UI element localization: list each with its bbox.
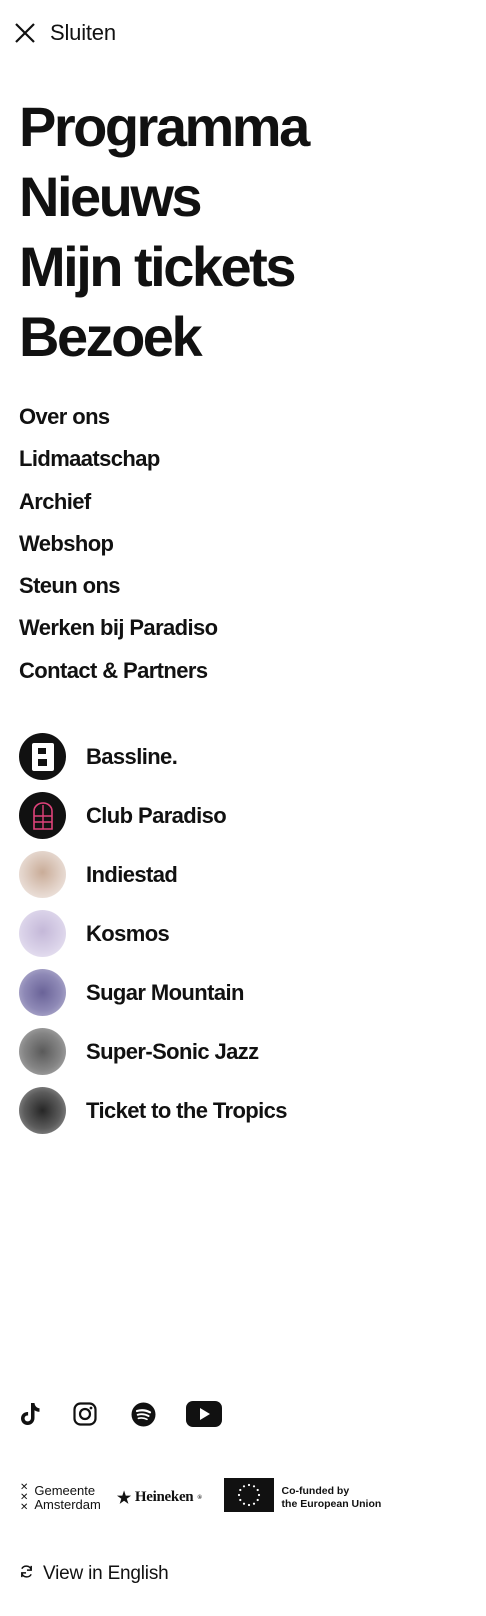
nav-bezoek[interactable]: Bezoek bbox=[19, 302, 308, 372]
spotify-icon[interactable] bbox=[130, 1400, 156, 1428]
refresh-icon bbox=[19, 1564, 34, 1584]
kosmos-gradient-icon bbox=[19, 910, 66, 957]
nav-nieuws[interactable]: Nieuws bbox=[19, 162, 308, 232]
brand-label: Indiestad bbox=[86, 861, 178, 887]
nav-programma[interactable]: Programma bbox=[19, 92, 310, 162]
sponsor-logos: ✕ ✕ ✕ Gemeente Amsterdam ★ Heineken ® Co-fu… bbox=[20, 1478, 381, 1517]
heineken-logo: ★ Heineken ® bbox=[117, 1488, 202, 1508]
eu-flag-icon bbox=[223, 1478, 274, 1517]
brand-indiestad[interactable]: Indiestad bbox=[19, 845, 287, 904]
super-sonic-jazz-gradient-icon bbox=[19, 1028, 66, 1075]
gemeente-amsterdam-logo: ✕ ✕ ✕ Gemeente Amsterdam bbox=[20, 1481, 101, 1513]
brand-list: Bassline. Club Paradiso Indiestad Kosmos… bbox=[19, 727, 288, 1140]
indiestad-gradient-icon bbox=[19, 851, 66, 898]
club-paradiso-logo-icon bbox=[19, 792, 66, 839]
eu-cofunded-logo: Co-funded by the European Union bbox=[223, 1478, 382, 1517]
nav-lidmaatschap[interactable]: Lidmaatschap bbox=[19, 438, 218, 480]
star-icon: ★ bbox=[116, 1489, 131, 1507]
nav-mijn-tickets[interactable]: Mijn tickets bbox=[19, 232, 308, 302]
brand-label: Club Paradiso bbox=[86, 802, 227, 828]
brand-label: Sugar Mountain bbox=[86, 979, 244, 1005]
brand-sugar-mountain[interactable]: Sugar Mountain bbox=[19, 963, 287, 1022]
instagram-icon[interactable] bbox=[72, 1400, 98, 1428]
youtube-icon[interactable] bbox=[186, 1400, 222, 1428]
tiktok-icon[interactable] bbox=[18, 1400, 42, 1428]
brand-label: Super-Sonic Jazz bbox=[86, 1038, 259, 1064]
close-button[interactable]: Sluiten bbox=[14, 20, 116, 46]
secondary-nav: Over ons Lidmaatschap Archief Webshop St… bbox=[19, 396, 218, 692]
amsterdam-line2: Amsterdam bbox=[34, 1496, 101, 1512]
brand-label: Kosmos bbox=[86, 920, 170, 946]
nav-webshop[interactable]: Webshop bbox=[19, 523, 218, 565]
nav-archief[interactable]: Archief bbox=[19, 481, 218, 523]
heineken-label: Heineken bbox=[134, 1489, 194, 1505]
amsterdam-crosses-icon: ✕ ✕ ✕ bbox=[20, 1481, 29, 1513]
amsterdam-line1: Gemeente bbox=[34, 1482, 96, 1498]
nav-over-ons[interactable]: Over ons bbox=[19, 396, 218, 438]
brand-super-sonic-jazz[interactable]: Super-Sonic Jazz bbox=[19, 1022, 287, 1081]
brand-bassline[interactable]: Bassline. bbox=[19, 727, 287, 786]
registered-mark: ® bbox=[197, 1494, 202, 1501]
nav-steun-ons[interactable]: Steun ons bbox=[19, 565, 218, 607]
close-label: Sluiten bbox=[50, 20, 116, 45]
eu-line2: the European Union bbox=[281, 1497, 382, 1510]
brand-kosmos[interactable]: Kosmos bbox=[19, 904, 287, 963]
language-switch[interactable]: View in English bbox=[19, 1563, 169, 1585]
primary-nav: Programma Nieuws Mijn tickets Bezoek bbox=[19, 92, 310, 372]
sugar-mountain-gradient-icon bbox=[19, 969, 66, 1016]
social-links bbox=[18, 1400, 222, 1428]
brand-club-paradiso[interactable]: Club Paradiso bbox=[19, 786, 287, 845]
ticket-to-the-tropics-gradient-icon bbox=[19, 1087, 66, 1134]
brand-label: Bassline. bbox=[86, 743, 178, 769]
eu-line1: Co-funded by bbox=[281, 1484, 350, 1497]
nav-werken-bij-paradiso[interactable]: Werken bij Paradiso bbox=[19, 607, 218, 649]
brand-ticket-to-the-tropics[interactable]: Ticket to the Tropics bbox=[19, 1081, 288, 1140]
nav-contact-partners[interactable]: Contact & Partners bbox=[19, 650, 218, 692]
brand-label: Ticket to the Tropics bbox=[86, 1097, 288, 1123]
language-label: View in English bbox=[43, 1563, 169, 1584]
bassline-logo-icon bbox=[19, 733, 66, 780]
close-icon bbox=[14, 22, 36, 44]
